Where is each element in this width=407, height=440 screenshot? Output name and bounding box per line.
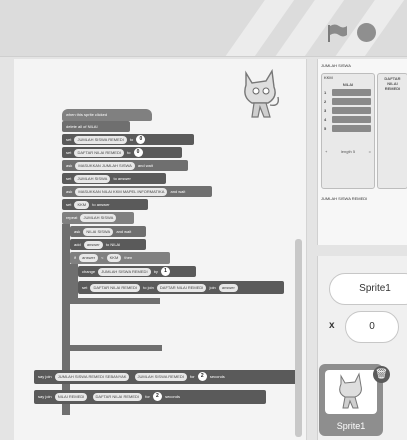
if-arm bbox=[70, 264, 78, 298]
code-block[interactable]: when this sprite clicked bbox=[62, 109, 152, 121]
stage[interactable]: JUMLAH SISWA KKM NILAI 1 2 3 4 5 + length… bbox=[317, 59, 407, 245]
list-header: DAFTAR NILAI REMEDI bbox=[384, 76, 401, 91]
green-flag-icon[interactable] bbox=[326, 23, 348, 43]
sprite-name-field[interactable]: Sprite1 bbox=[329, 273, 407, 305]
code-block[interactable]: set DAFTAR NILAI REMEDI to 0 bbox=[62, 147, 182, 158]
trash-icon[interactable]: 🗑 bbox=[373, 366, 390, 383]
stop-icon[interactable] bbox=[357, 23, 376, 42]
code-block[interactable]: set JUMLAH SISWA REMEDI to 0 bbox=[62, 134, 194, 145]
if-end bbox=[70, 298, 160, 304]
list-header: NILAI bbox=[342, 82, 354, 87]
if-block[interactable]: if answer < KKM then bbox=[70, 252, 170, 264]
list-item: 5 bbox=[322, 124, 374, 133]
code-block[interactable]: say join NILAI REMEDI DAFTAR NILAI REMED… bbox=[34, 390, 266, 404]
code-block[interactable]: set DAFTAR NILAI REMEDI to join DAFTAR N… bbox=[78, 281, 284, 294]
code-block[interactable]: ask MASUKKAN JUMLAH SISWA and wait bbox=[62, 160, 188, 171]
cat-sprite-icon bbox=[244, 68, 280, 118]
code-block[interactable]: set JUMLAH SISWA to answer bbox=[62, 173, 166, 184]
list-item: 2 bbox=[322, 97, 374, 106]
cat-sprite-icon bbox=[339, 372, 362, 409]
x-position-field[interactable]: 0 bbox=[345, 311, 399, 343]
list-daftar-nilai-remedi: DAFTAR NILAI REMEDI bbox=[377, 73, 407, 189]
list-item: 1 bbox=[322, 88, 374, 97]
monitor-jumlah-siswa-remedi: JUMLAH SISWA REMEDI bbox=[321, 196, 368, 201]
list-item: 4 bbox=[322, 115, 374, 124]
code-block[interactable]: delete all of NILAI bbox=[62, 121, 130, 132]
sprite-preview bbox=[325, 370, 377, 414]
monitor-kkm: KKM bbox=[324, 75, 333, 80]
x-label: x bbox=[329, 320, 335, 331]
repeat-block[interactable]: repeat JUMLAH SISWA bbox=[62, 212, 134, 224]
top-bar bbox=[0, 0, 407, 57]
code-block[interactable]: say join JUMLAH SISWA REMEDI SEBANYAK JU… bbox=[34, 370, 302, 384]
code-block[interactable]: change JUMLAH SISWA REMEDI by 1 bbox=[78, 266, 196, 277]
list-nilai: KKM NILAI 1 2 3 4 5 + length 5 = bbox=[321, 73, 375, 189]
list-item: 3 bbox=[322, 106, 374, 115]
code-scrollbar[interactable] bbox=[295, 239, 302, 437]
code-block[interactable]: add answer to NILAI bbox=[70, 239, 146, 250]
repeat-arm bbox=[62, 224, 70, 415]
code-block[interactable]: ask NILAI SISWA and wait bbox=[70, 226, 146, 237]
code-area[interactable]: when this sprite clicked delete all of N… bbox=[14, 59, 307, 440]
repeat-end bbox=[62, 345, 162, 351]
monitor-jumlah-siswa: JUMLAH SISWA bbox=[321, 63, 351, 68]
list-footer: + length 5 = bbox=[325, 149, 371, 154]
code-block[interactable]: ask MASUKKAN NILAI KKM MAPEL INFORMATIKA… bbox=[62, 186, 212, 197]
sprite-thumb-label: Sprite1 bbox=[336, 421, 366, 431]
code-block[interactable]: set KKM to answer bbox=[62, 199, 148, 210]
